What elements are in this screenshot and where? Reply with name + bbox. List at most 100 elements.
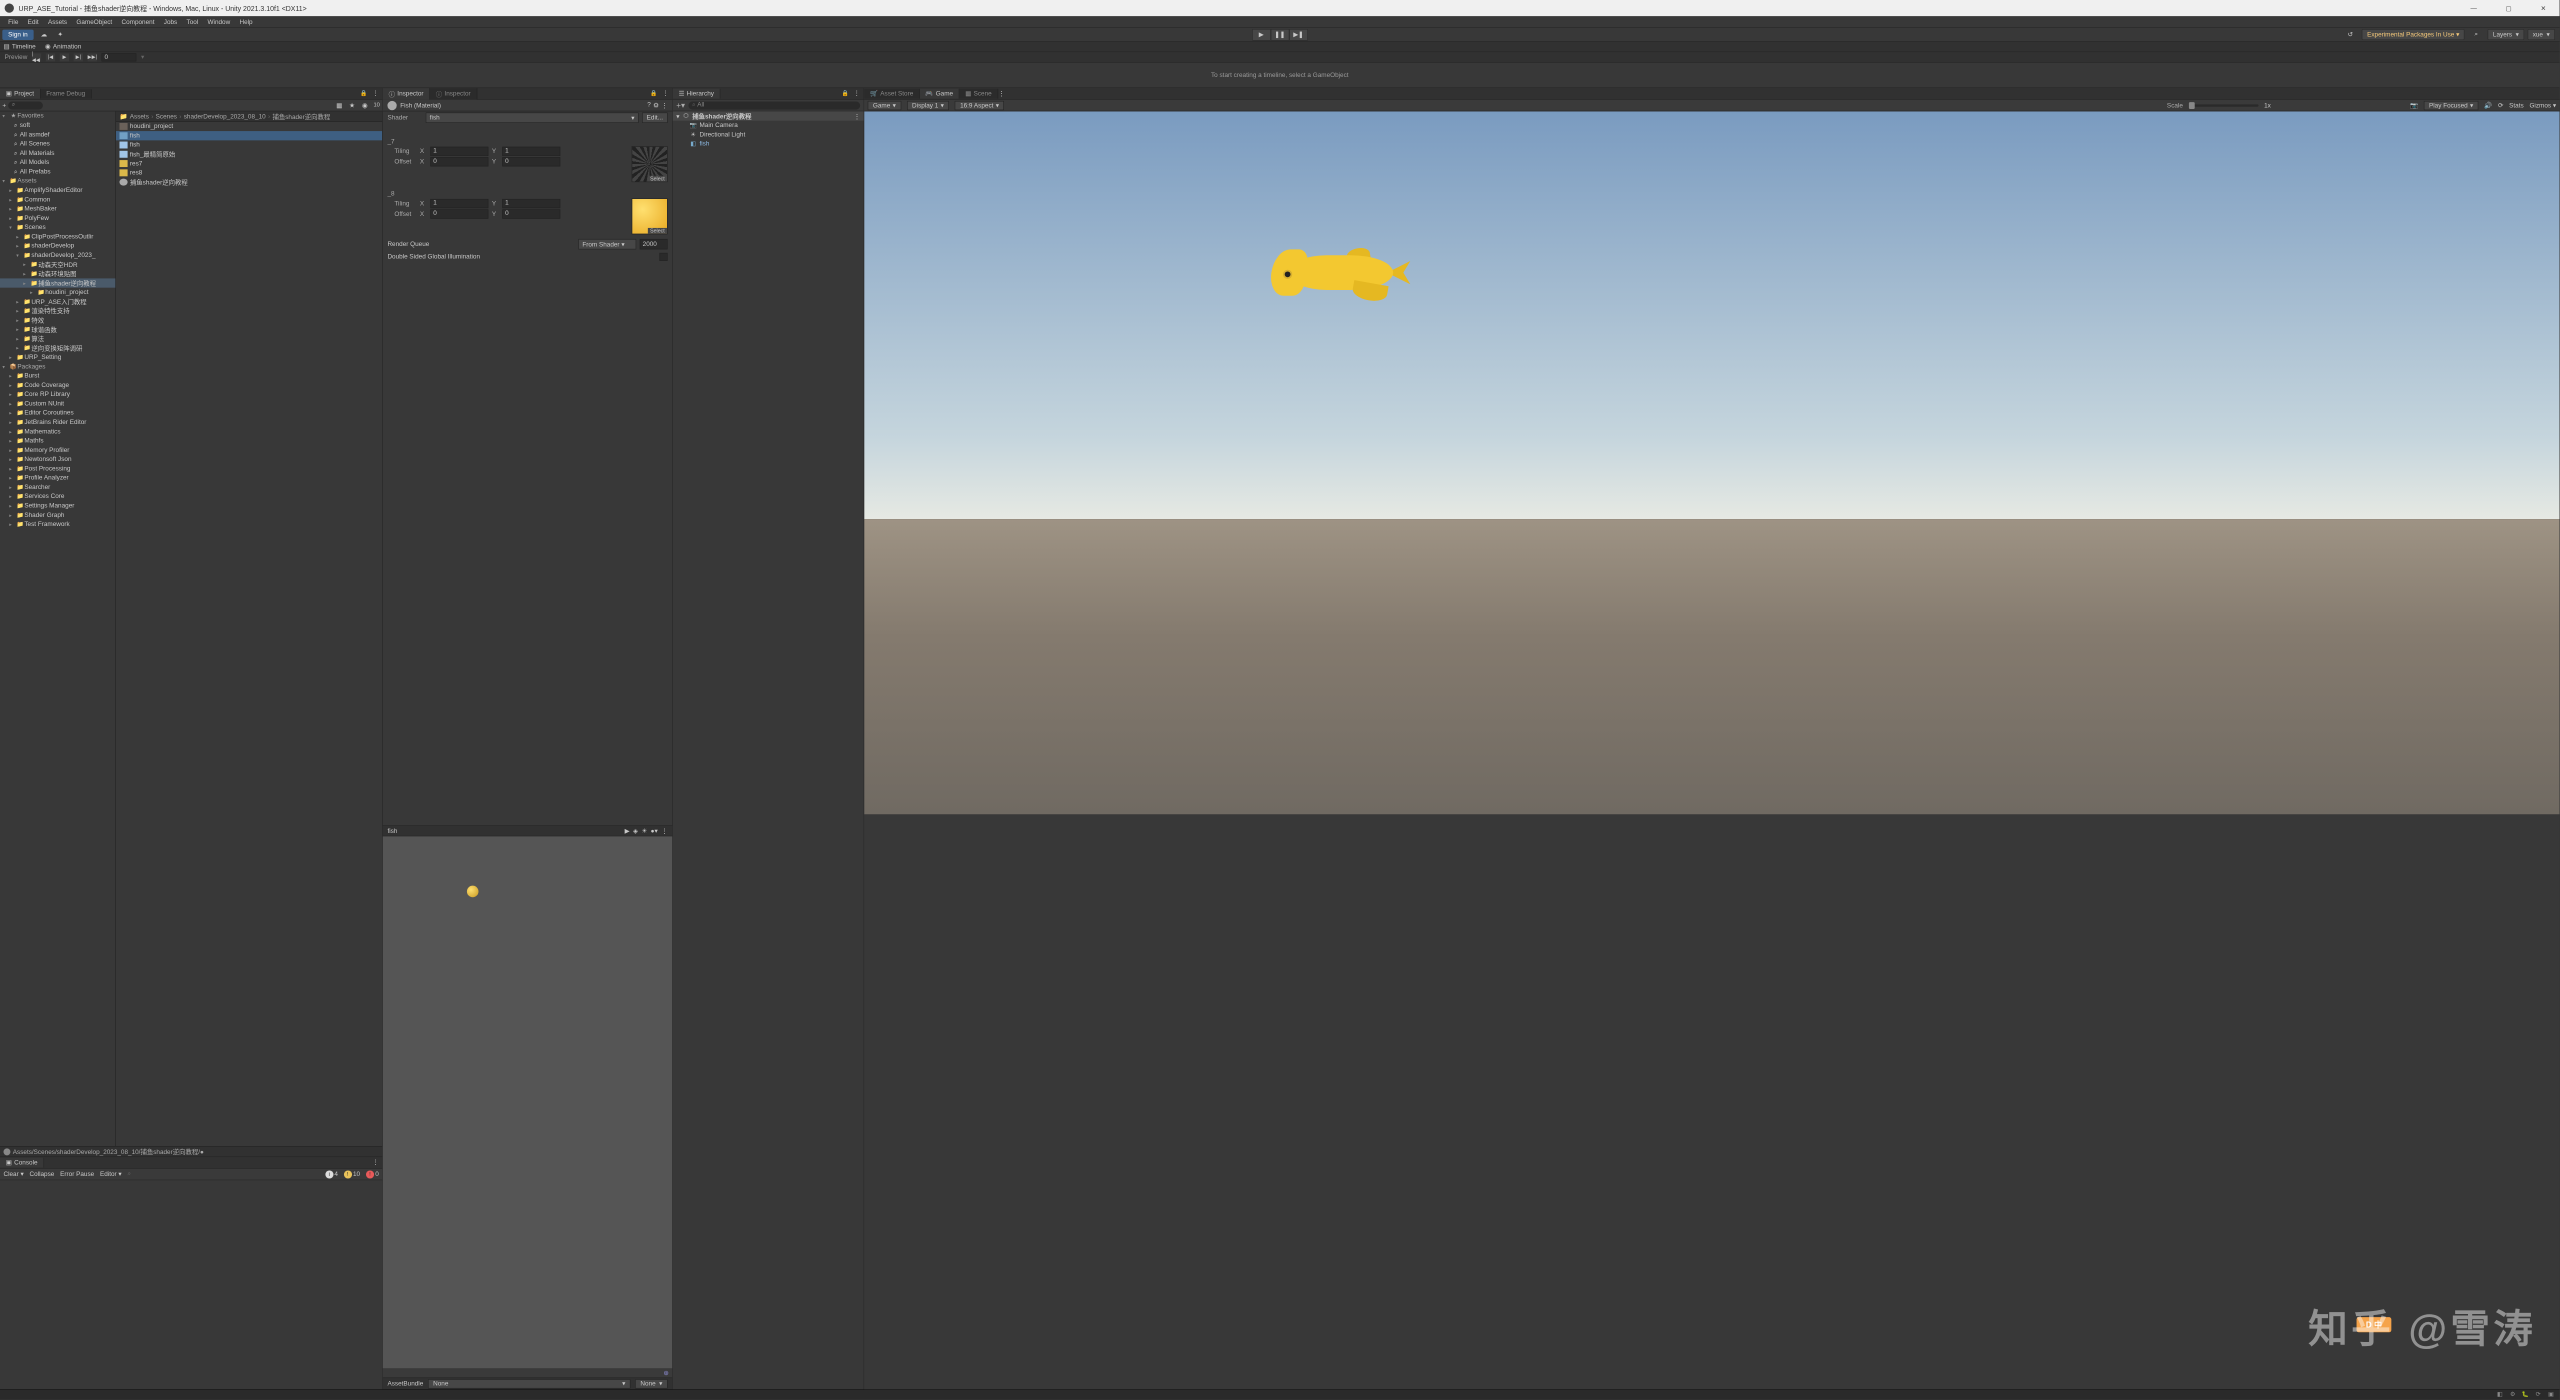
tiling-y-input[interactable]: 1 bbox=[502, 147, 560, 156]
stats-button[interactable]: Stats bbox=[2509, 102, 2524, 109]
hierarchy-item-camera[interactable]: 📷Main Camera bbox=[673, 121, 864, 130]
dsgi-checkbox[interactable] bbox=[659, 253, 667, 261]
tree-folder[interactable]: ▸📁Test Framework bbox=[0, 520, 115, 529]
file-item[interactable]: houdini_project bbox=[116, 122, 382, 131]
tree-folder[interactable]: ▸📁Profile Analyzer bbox=[0, 473, 115, 482]
tree-folder[interactable]: ▸📁特效 bbox=[0, 316, 115, 325]
tree-folder[interactable]: ▾📁shaderDevelop_2023_ bbox=[0, 251, 115, 260]
offset-y-input[interactable]: 0 bbox=[502, 209, 560, 218]
favorite-item[interactable]: ⌕All Materials bbox=[0, 148, 115, 157]
offset-x-input[interactable]: 0 bbox=[430, 209, 488, 218]
tree-folder[interactable]: ▸📁渲染特性支持 bbox=[0, 306, 115, 315]
tiling-x-input[interactable]: 1 bbox=[430, 199, 488, 208]
file-item[interactable]: fish bbox=[116, 131, 382, 140]
help-icon[interactable]: ? bbox=[647, 102, 651, 110]
hierarchy-search-input[interactable]: ⌕ All bbox=[689, 101, 861, 109]
console-error-pause-button[interactable]: Error Pause bbox=[60, 1171, 94, 1178]
tree-folder[interactable]: ▸📁Mathematics bbox=[0, 427, 115, 436]
tree-folder[interactable]: ▸📁Editor Coroutines bbox=[0, 408, 115, 417]
lock-icon[interactable]: 🔒 bbox=[359, 89, 368, 98]
tree-folder[interactable]: ▸📁Settings Manager bbox=[0, 501, 115, 510]
tab-timeline[interactable]: ▤Timeline bbox=[3, 43, 35, 51]
timeline-first-button[interactable]: |◀◀ bbox=[32, 53, 41, 61]
vsync-icon[interactable]: ⟳ bbox=[2498, 102, 2503, 110]
tree-folder[interactable]: ▾📁Scenes bbox=[0, 223, 115, 232]
console-clear-button[interactable]: Clear ▾ bbox=[3, 1170, 23, 1178]
aspect-dropdown[interactable]: 16:9 Aspect▾ bbox=[955, 101, 1004, 110]
breadcrumb-item[interactable]: Assets bbox=[130, 113, 149, 120]
play-button[interactable]: ▶ bbox=[1252, 29, 1271, 41]
game-mode-dropdown[interactable]: Game▾ bbox=[868, 101, 901, 110]
tree-folder[interactable]: ▸📁Newtonsoft Json bbox=[0, 455, 115, 464]
tree-folder[interactable]: ▸📁ClipPostProcessOutlir bbox=[0, 232, 115, 241]
undo-history-icon[interactable]: ↺ bbox=[2343, 29, 2357, 41]
window-maximize-button[interactable]: ▢ bbox=[2497, 2, 2520, 14]
timeline-prev-button[interactable]: |◀ bbox=[46, 53, 55, 61]
tree-header[interactable]: ▾★Favorites bbox=[0, 111, 115, 120]
tree-folder[interactable]: ▸📁Common bbox=[0, 195, 115, 204]
zoom-icon[interactable]: ⊕ bbox=[663, 1369, 668, 1377]
assetbundle-dropdown[interactable]: None▾ bbox=[428, 1379, 631, 1388]
preview-wire-icon[interactable]: ◈ bbox=[633, 827, 638, 835]
console-info-count[interactable]: i4 bbox=[325, 1170, 338, 1178]
cloud-icon[interactable]: ☁ bbox=[37, 29, 51, 41]
offset-x-input[interactable]: 0 bbox=[430, 157, 488, 166]
tiling-y-input[interactable]: 1 bbox=[502, 199, 560, 208]
panel-menu-icon[interactable]: ⋮ bbox=[371, 1158, 380, 1167]
render-queue-dropdown[interactable]: From Shader ▾ bbox=[578, 239, 636, 249]
lock-icon[interactable]: 🔒 bbox=[649, 89, 658, 98]
tab-console[interactable]: ▣Console bbox=[0, 1158, 44, 1168]
console-search-input[interactable]: ⌕ bbox=[127, 1170, 135, 1178]
file-item[interactable]: 捕鱼shader逆向教程 bbox=[116, 177, 382, 186]
texture-slot[interactable]: Select bbox=[632, 146, 668, 182]
material-preview-viewport[interactable] bbox=[383, 836, 672, 1368]
texture-select-button[interactable]: Select bbox=[648, 176, 667, 182]
favorite-item[interactable]: ⌕soft bbox=[0, 121, 115, 130]
preview-menu-icon[interactable]: ⋮ bbox=[661, 827, 667, 835]
tree-folder[interactable]: ▸📁Core RP Library bbox=[0, 390, 115, 399]
favorite-item[interactable]: ⌕All Scenes bbox=[0, 139, 115, 148]
project-tree[interactable]: ▾★Favorites⌕soft⌕All asmdef⌕All Scenes⌕A… bbox=[0, 111, 116, 1146]
tree-folder[interactable]: ▸📁URP_Setting bbox=[0, 353, 115, 362]
tree-folder[interactable]: ▸📁捕鱼shader逆向教程 bbox=[0, 278, 115, 287]
timeline-frame-input[interactable]: 0 bbox=[102, 53, 137, 61]
console-collapse-button[interactable]: Collapse bbox=[30, 1171, 55, 1178]
favorite-icon[interactable]: ★ bbox=[347, 101, 357, 110]
console-error-count[interactable]: !0 bbox=[366, 1170, 379, 1178]
experimental-packages-button[interactable]: Experimental Packages In Use ▾ bbox=[2362, 29, 2465, 40]
filter-icon[interactable]: ▦ bbox=[334, 101, 344, 110]
breadcrumb-item[interactable]: shaderDevelop_2023_08_10 bbox=[184, 113, 266, 120]
tiling-x-input[interactable]: 1 bbox=[430, 147, 488, 156]
tab-asset-store[interactable]: 🛒Asset Store bbox=[864, 89, 919, 99]
panel-menu-icon[interactable]: ⋮ bbox=[371, 89, 380, 98]
tree-folder[interactable]: ▸📁Memory Profiler bbox=[0, 445, 115, 454]
panel-menu-icon[interactable]: ⋮ bbox=[661, 89, 670, 98]
window-close-button[interactable]: ✕ bbox=[2532, 2, 2555, 14]
layers-dropdown[interactable]: Layers▾ bbox=[2488, 29, 2524, 40]
menu-window[interactable]: Window bbox=[203, 17, 235, 26]
add-icon[interactable]: + bbox=[2, 102, 6, 109]
favorite-item[interactable]: ⌕All Models bbox=[0, 158, 115, 167]
settings-icon[interactable]: ⚙ bbox=[653, 102, 659, 110]
favorite-item[interactable]: ⌕All asmdef bbox=[0, 130, 115, 139]
tree-folder[interactable]: ▸📁Custom NUnit bbox=[0, 399, 115, 408]
game-viewport[interactable]: D 中 知乎 @雪涛 bbox=[864, 111, 2559, 1389]
tree-folder[interactable]: ▸📁shaderDevelop bbox=[0, 241, 115, 250]
screenshot-icon[interactable]: 📷 bbox=[2410, 102, 2418, 110]
tree-folder[interactable]: ▸📁算法 bbox=[0, 334, 115, 343]
tab-inspector-1[interactable]: ⓘInspector bbox=[383, 88, 430, 100]
tree-folder[interactable]: ▸📁Services Core bbox=[0, 492, 115, 501]
file-item[interactable]: fish_最精简原始 bbox=[116, 150, 382, 159]
menu-jobs[interactable]: Jobs bbox=[159, 17, 182, 26]
menu-file[interactable]: File bbox=[3, 17, 23, 26]
timeline-next-button[interactable]: ▶| bbox=[74, 53, 83, 61]
timeline-play-button[interactable]: ▶ bbox=[60, 53, 69, 61]
texture-slot[interactable]: Select bbox=[632, 198, 668, 234]
tree-folder[interactable]: ▸📁Post Processing bbox=[0, 464, 115, 473]
tab-scene[interactable]: ▦Scene bbox=[959, 89, 998, 99]
preview-play-icon[interactable]: ▶ bbox=[625, 827, 630, 835]
preview-light-icon[interactable]: ☀ bbox=[641, 827, 647, 835]
render-queue-input[interactable]: 2000 bbox=[640, 239, 668, 249]
tab-frame-debug[interactable]: Frame Debug bbox=[40, 89, 91, 98]
search-global-icon[interactable]: ⌕ bbox=[2469, 29, 2483, 41]
